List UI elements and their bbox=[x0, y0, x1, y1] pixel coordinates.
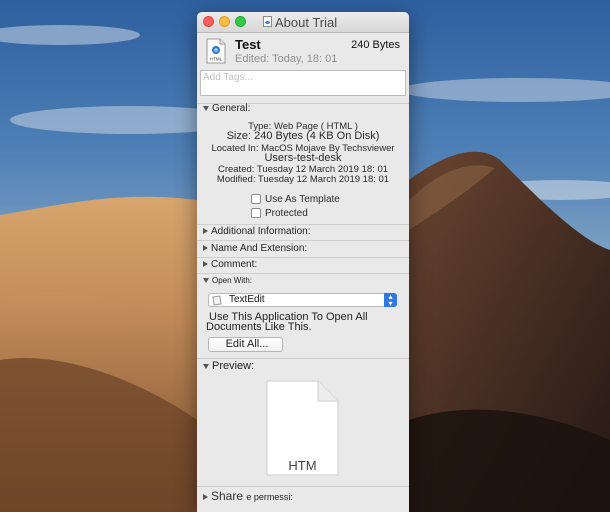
additional-info-label: Additional Information: bbox=[211, 226, 311, 237]
open-with-section-toggle[interactable]: Open With: bbox=[203, 276, 252, 285]
preview-label: Preview: bbox=[212, 360, 255, 372]
disclosure-triangle-icon bbox=[203, 278, 209, 284]
window-title: About Trial bbox=[275, 15, 338, 30]
title-bar[interactable]: About Trial bbox=[197, 12, 409, 33]
info-path: Users-test-desk bbox=[264, 152, 342, 164]
open-with-label: Open With: bbox=[212, 276, 253, 285]
textedit-app-icon bbox=[212, 295, 222, 306]
name-extension-label: Name And Extension: bbox=[211, 243, 308, 254]
open-with-note-line2: Documents Like This. bbox=[206, 321, 312, 333]
divider bbox=[197, 257, 409, 258]
divider bbox=[197, 240, 409, 241]
divider bbox=[197, 486, 409, 487]
share-suffix: e permessi: bbox=[246, 492, 293, 502]
general-section-toggle[interactable]: General: bbox=[203, 103, 250, 114]
checkbox-box[interactable] bbox=[251, 194, 261, 205]
preview-file-label: HTM bbox=[288, 458, 317, 473]
comment-label: Comment: bbox=[211, 259, 258, 270]
comment-section-toggle[interactable]: Comment: bbox=[203, 259, 257, 270]
edit-all-button[interactable]: Edit All... bbox=[208, 337, 283, 352]
sharing-section-toggle[interactable]: Share e permessi: bbox=[203, 489, 293, 503]
info-modified: Modified: Tuesday 12 March 2019 18: 01 bbox=[216, 174, 390, 185]
disclosure-triangle-icon bbox=[203, 105, 209, 111]
disclosure-triangle-icon bbox=[203, 493, 208, 500]
file-size: 240 Bytes bbox=[351, 39, 400, 51]
disclosure-triangle-icon bbox=[203, 261, 208, 268]
additional-info-section-toggle[interactable]: Additional Information: bbox=[203, 226, 311, 237]
use-as-template-label: Use As Template bbox=[265, 194, 340, 205]
disclosure-triangle-icon bbox=[203, 363, 209, 369]
preview-section-toggle[interactable]: Preview: bbox=[203, 360, 254, 372]
checkbox-box[interactable] bbox=[251, 208, 261, 219]
divider bbox=[197, 224, 409, 225]
divider bbox=[197, 273, 409, 274]
close-window-button[interactable] bbox=[203, 16, 214, 27]
name-extension-section-toggle[interactable]: Name And Extension: bbox=[203, 243, 307, 254]
selected-app-label: TextEdit bbox=[229, 294, 265, 305]
protected-label: Protected bbox=[265, 208, 308, 219]
info-window: About Trial HTML Test 240 Bytes Edited: … bbox=[197, 12, 409, 512]
maximize-window-button[interactable] bbox=[235, 16, 246, 27]
disclosure-triangle-icon bbox=[203, 228, 208, 235]
info-size: Size: 240 Bytes (4 KB On Disk) bbox=[226, 130, 380, 142]
file-edited-date: Edited: Today, 18: 01 bbox=[235, 53, 338, 65]
share-label: Share bbox=[211, 489, 244, 503]
open-with-app-select[interactable]: TextEdit ▴ ▾ bbox=[208, 293, 397, 308]
select-chevron-icon[interactable]: ▴ ▾ bbox=[384, 293, 397, 308]
minimize-window-button[interactable] bbox=[219, 16, 230, 27]
file-name: Test bbox=[235, 37, 261, 52]
general-section-label: General: bbox=[212, 103, 251, 114]
protected-checkbox[interactable]: Protected bbox=[251, 208, 308, 219]
tags-input[interactable]: Add Tags... bbox=[200, 70, 406, 96]
tags-placeholder: Add Tags... bbox=[203, 72, 253, 83]
divider bbox=[197, 358, 409, 359]
document-proxy-icon[interactable] bbox=[263, 16, 272, 27]
use-as-template-checkbox[interactable]: Use As Template bbox=[251, 194, 340, 205]
file-icon-label: HTML bbox=[210, 57, 223, 62]
html-file-icon: HTML bbox=[206, 38, 226, 64]
disclosure-triangle-icon bbox=[203, 245, 208, 252]
